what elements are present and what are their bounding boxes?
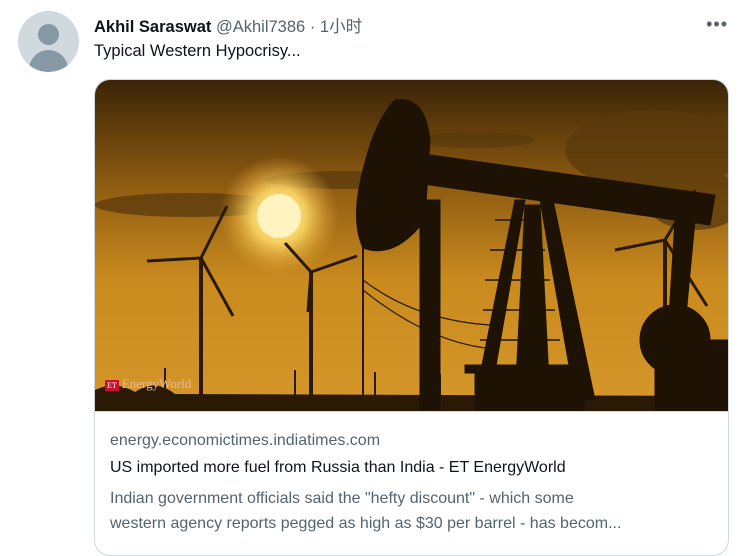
sun bbox=[257, 194, 301, 238]
card-description-line-1: Indian government officials said the "he… bbox=[110, 490, 574, 507]
link-preview-card[interactable]: ET EnergyWorld energy.economictimes.india… bbox=[94, 79, 729, 556]
card-domain: energy.economictimes.indiatimes.com bbox=[110, 432, 381, 449]
et-badge: ET bbox=[105, 379, 119, 391]
et-watermark-text: EnergyWorld bbox=[121, 376, 192, 391]
avatar-head-shape bbox=[38, 24, 59, 45]
card-title: US imported more fuel from Russia than I… bbox=[110, 459, 566, 476]
tweet-text: Typical Western Hypocrisy... bbox=[94, 42, 301, 60]
avatar-body-shape bbox=[29, 50, 68, 72]
card-description: Indian government officials said the "he… bbox=[110, 486, 715, 536]
tweet-header: Akhil Saraswat @Akhil7386 · 1小时 bbox=[94, 13, 362, 37]
card-description-line-2: western agency reports pegged as high as… bbox=[110, 515, 622, 532]
timestamp[interactable]: 1小时 bbox=[320, 18, 362, 36]
more-icon[interactable]: ••• bbox=[706, 14, 728, 35]
avatar[interactable] bbox=[18, 11, 79, 72]
card-divider bbox=[95, 411, 728, 412]
separator-dot: · bbox=[309, 18, 316, 36]
display-name[interactable]: Akhil Saraswat bbox=[94, 18, 211, 36]
user-handle[interactable]: @Akhil7386 bbox=[216, 18, 305, 36]
et-watermark-logo: ET EnergyWorld bbox=[105, 376, 191, 392]
card-image[interactable]: ET EnergyWorld bbox=[95, 80, 728, 411]
